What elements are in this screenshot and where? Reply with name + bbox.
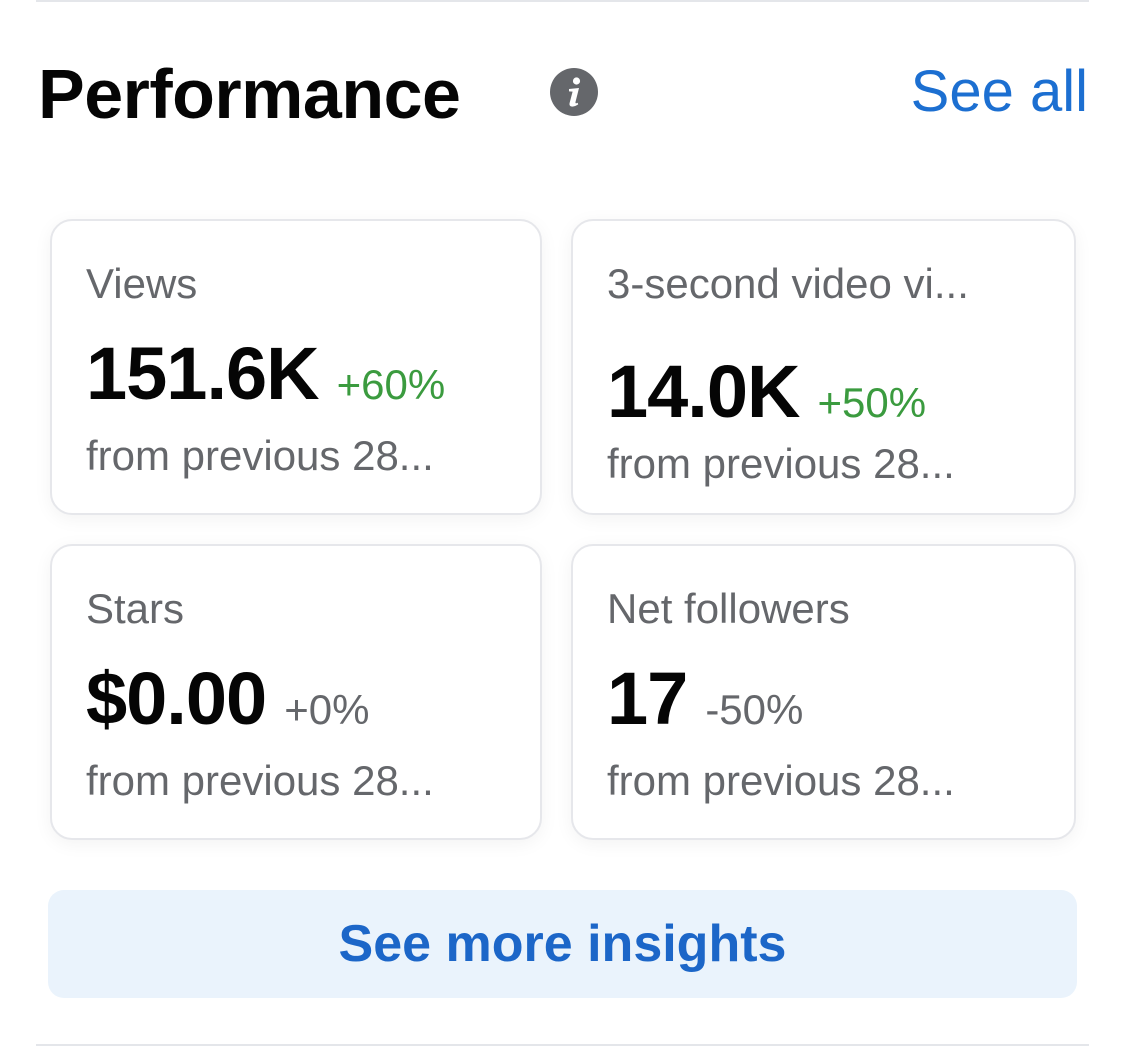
metric-value: 17 [607, 657, 688, 740]
metric-card-stars[interactable]: Stars $0.00 +0% from previous 28... [50, 544, 542, 840]
see-all-link[interactable]: See all [911, 58, 1088, 126]
top-divider [36, 0, 1089, 2]
performance-header: Performance See all [38, 50, 1088, 134]
metric-value: 151.6K [86, 332, 320, 415]
metric-value-row: 17 -50% [607, 660, 803, 759]
metric-label: Views [86, 260, 198, 307]
metric-card-net-followers[interactable]: Net followers 17 -50% from previous 28... [571, 544, 1076, 840]
metric-card-3-second-views[interactable]: 3-second video vi... 14.0K +50% from prev… [571, 219, 1076, 515]
bottom-divider [36, 1044, 1089, 1046]
metric-change: +0% [284, 686, 370, 733]
metric-change: +60% [336, 361, 446, 408]
metric-value: 14.0K [607, 350, 800, 433]
info-icon[interactable] [550, 68, 598, 116]
metric-comparison: from previous 28... [607, 757, 955, 804]
metric-value: $0.00 [86, 657, 267, 740]
metric-label: Net followers [607, 585, 850, 632]
metric-comparison: from previous 28... [607, 440, 955, 487]
metric-value-row: 14.0K +50% [607, 353, 926, 452]
metric-card-views[interactable]: Views 151.6K +60% from previous 28... [50, 219, 542, 515]
metric-change: -50% [705, 686, 804, 733]
metric-label: Stars [86, 585, 185, 632]
metric-label: 3-second video vi... [607, 260, 969, 307]
see-more-insights-button[interactable]: See more insights [48, 890, 1077, 998]
metric-comparison: from previous 28... [86, 432, 434, 479]
metric-value-row: $0.00 +0% [86, 660, 369, 759]
metric-change: +50% [817, 379, 927, 426]
metric-comparison: from previous 28... [86, 757, 434, 804]
section-title: Performance [38, 55, 461, 133]
metric-value-row: 151.6K +60% [86, 335, 445, 434]
